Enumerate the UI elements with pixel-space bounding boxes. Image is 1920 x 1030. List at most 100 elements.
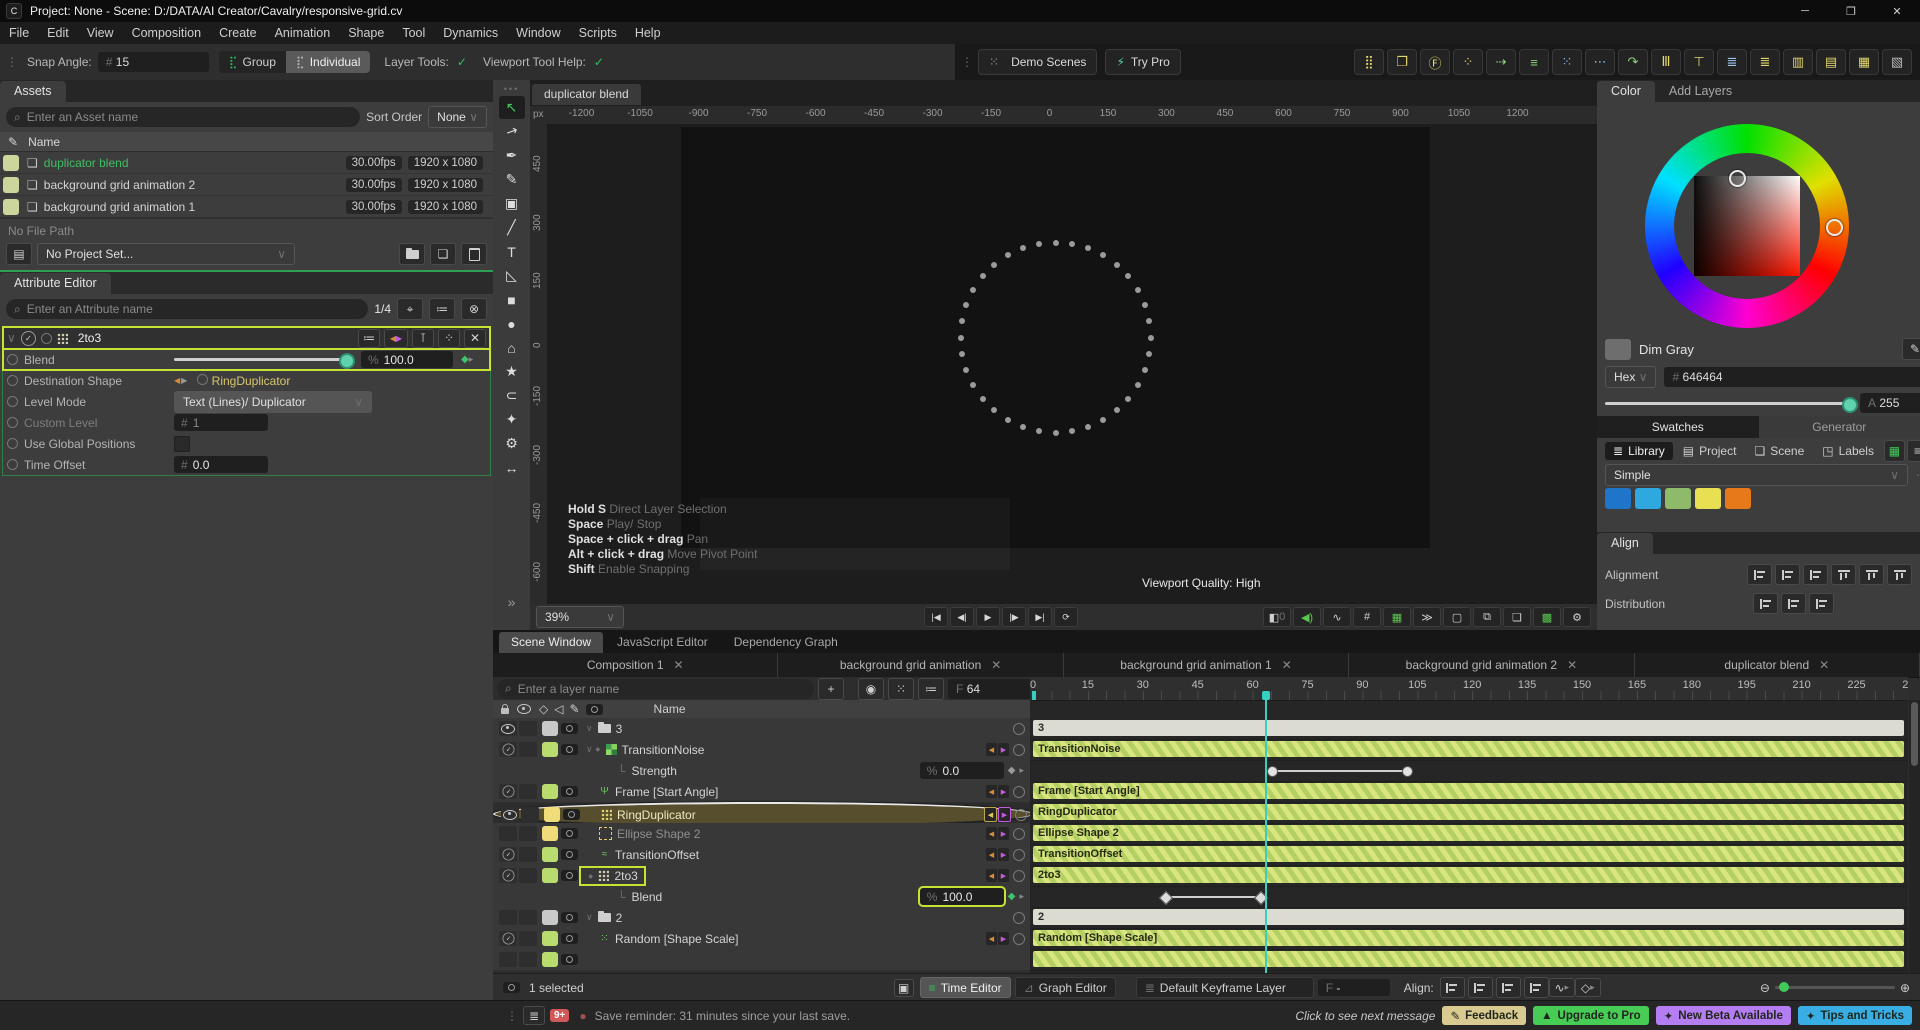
connections-icon[interactable]: ◀▶ xyxy=(384,329,408,348)
timeline-zoom-slider[interactable] xyxy=(1775,986,1895,989)
timeline-row[interactable]: 2to3 xyxy=(1030,865,1908,887)
scatter-dots-icon[interactable]: ⁘ xyxy=(1453,49,1483,75)
dock-button[interactable]: ▣ xyxy=(894,979,914,997)
asset-color-swatch[interactable] xyxy=(3,199,19,215)
settings-tool[interactable]: ⚙ xyxy=(499,432,525,455)
columns-icon[interactable]: Ⅲ xyxy=(1651,49,1681,75)
footer-align-right[interactable] xyxy=(1496,977,1521,998)
extra-slot[interactable] xyxy=(519,847,537,862)
bounds-icon[interactable]: ▢ xyxy=(1443,607,1471,627)
timeline-row[interactable]: Ellipse Shape 2 xyxy=(1030,823,1908,845)
assets-tab[interactable]: Assets xyxy=(0,81,66,102)
loop-button[interactable]: ⟳ xyxy=(1054,607,1078,627)
align-stack-icon[interactable]: ≡ xyxy=(1519,49,1549,75)
maximize-button[interactable]: ❐ xyxy=(1828,0,1874,22)
eyedropper-icon[interactable]: ✎ xyxy=(8,135,18,149)
layers-overlay-icon[interactable]: ⧉ xyxy=(1473,607,1501,627)
rectangle-tool[interactable]: ■ xyxy=(499,288,525,311)
alpha-slider[interactable] xyxy=(1605,402,1852,405)
toggle-slot[interactable]: ✓ xyxy=(499,847,517,862)
play-button[interactable]: ▶ xyxy=(976,607,1000,627)
close-button[interactable]: ✕ xyxy=(1874,0,1920,22)
ellipse-tool[interactable]: ● xyxy=(499,312,525,335)
attr-port[interactable] xyxy=(7,438,18,449)
snap-angle-field[interactable]: # 15 xyxy=(98,52,209,72)
layer-row-transitionnoise[interactable]: ✓∨ ●TransitionNoise◀▶ xyxy=(493,739,1030,761)
frame-f-icon[interactable]: Ⓕ xyxy=(1420,49,1450,75)
visibility-icon[interactable] xyxy=(517,704,531,714)
zoom-out-icon[interactable]: ⊖ xyxy=(1760,981,1770,995)
connection-arrows[interactable]: ◀▶ xyxy=(174,376,187,385)
align-bottom-button[interactable] xyxy=(1887,564,1912,585)
layer-color-swatch[interactable] xyxy=(542,721,558,736)
console-button[interactable]: ≣ xyxy=(523,1006,545,1025)
grid-columns-icon[interactable]: ▥ xyxy=(1783,49,1813,75)
asset-search-input[interactable]: ⌕ Enter an Asset name xyxy=(6,107,360,127)
camera-toggle[interactable] xyxy=(561,828,578,839)
layer-row-3[interactable]: ∨3 xyxy=(493,718,1030,740)
toggle-slot[interactable]: ✓ xyxy=(499,931,517,946)
color-swatch[interactable] xyxy=(1635,488,1661,509)
layer-row-blend[interactable]: └Blend%100.0◆▸ xyxy=(493,886,1030,908)
try-pro-button[interactable]: ⚡Try Pro xyxy=(1105,49,1180,75)
layer-color-swatch[interactable] xyxy=(542,868,558,883)
bars-left-icon[interactable]: ≣ xyxy=(1717,49,1747,75)
align-v-center-button[interactable] xyxy=(1859,564,1884,585)
close-tab-icon[interactable]: ✕ xyxy=(674,658,684,672)
color-swatch[interactable] xyxy=(1695,488,1721,509)
saturation-value-square[interactable] xyxy=(1694,176,1800,276)
expand-chevron-icon[interactable]: ∨ xyxy=(586,912,593,923)
camera-icon[interactable] xyxy=(586,704,603,715)
tab-scene-window[interactable]: Scene Window xyxy=(499,632,603,653)
attr-number-field[interactable]: #0.0 xyxy=(174,456,268,473)
pin-tool-icon[interactable]: ⊤ xyxy=(1684,49,1714,75)
graph-editor-button[interactable]: ⊿Graph Editor xyxy=(1015,977,1116,998)
grid-cells-icon[interactable]: ▦ xyxy=(1849,49,1879,75)
visibility-toggle[interactable] xyxy=(501,724,515,734)
connection-arrows[interactable]: ◀▶ xyxy=(986,743,1009,756)
dashed-arrow-icon[interactable]: ⇢ xyxy=(1486,49,1516,75)
comp-tab[interactable]: background grid animation 2✕ xyxy=(1349,653,1634,677)
swatch-group-dropdown[interactable]: Simple∨ xyxy=(1605,464,1908,486)
status-button-upgrade-to-pro[interactable]: ▲Upgrade to Pro xyxy=(1533,1006,1648,1025)
toggle-slot[interactable] xyxy=(499,721,517,736)
align-right-button[interactable] xyxy=(1803,564,1828,585)
transform-box-tool[interactable]: ◺ xyxy=(499,264,525,287)
color-swatch[interactable] xyxy=(1665,488,1691,509)
close-tab-icon[interactable]: ✕ xyxy=(1282,658,1292,672)
attr-port[interactable] xyxy=(7,396,18,407)
polygon-tool[interactable]: ⌂ xyxy=(499,336,525,359)
layer-row[interactable] xyxy=(493,949,1030,971)
timeline-bar[interactable]: TransitionOffset xyxy=(1033,846,1904,862)
group-mode-button[interactable]: ⣏Group xyxy=(219,51,286,73)
timeline-row[interactable] xyxy=(1030,949,1908,971)
menu-view[interactable]: View xyxy=(78,26,123,40)
hex-value-field[interactable]: # 646464 xyxy=(1664,367,1920,387)
open-folder-button[interactable] xyxy=(399,243,425,265)
timeline-row[interactable] xyxy=(1030,760,1908,782)
timeline-row[interactable]: TransitionNoise xyxy=(1030,739,1908,761)
timeline-row[interactable] xyxy=(1030,886,1908,908)
solo-toggle[interactable]: ✓ xyxy=(502,870,514,882)
camera-tool[interactable]: ▣ xyxy=(499,192,525,215)
layer-circle[interactable] xyxy=(1013,849,1025,861)
camera-count[interactable]: ◧ 0 xyxy=(1263,607,1291,627)
solo-toggle[interactable]: ✓ xyxy=(502,744,514,756)
color-pick-icon[interactable]: ✎ xyxy=(569,702,579,716)
viewport-tool-help-check-icon[interactable]: ✓ xyxy=(594,55,604,69)
align-tab[interactable]: Align xyxy=(1597,533,1653,554)
layout-icon[interactable]: ▦ xyxy=(1383,607,1411,627)
blend-slider[interactable] xyxy=(174,358,349,361)
extra-slot[interactable] xyxy=(519,742,537,757)
expand-chevron-icon[interactable]: ∨ ● xyxy=(586,744,601,755)
keyframe-diamond-icon[interactable]: ◆ xyxy=(1008,891,1016,902)
timeline-bar[interactable]: RingDuplicator xyxy=(1033,804,1904,820)
layer-circle[interactable] xyxy=(1013,870,1025,882)
layer-row-2to3[interactable]: ✓●2to3◀▶ xyxy=(493,865,1030,887)
layer-field[interactable]: %100.0 xyxy=(920,888,1004,905)
sort-order-dropdown[interactable]: None ∨ xyxy=(428,106,487,128)
tab-dependency-graph[interactable]: Dependency Graph xyxy=(722,632,850,653)
distribute-grid-button[interactable] xyxy=(1809,593,1834,614)
connection-arrows[interactable]: ◀▶ xyxy=(986,827,1009,840)
asset-row[interactable]: ❏duplicator blend30.00fps1920 x 1080 xyxy=(0,152,493,174)
